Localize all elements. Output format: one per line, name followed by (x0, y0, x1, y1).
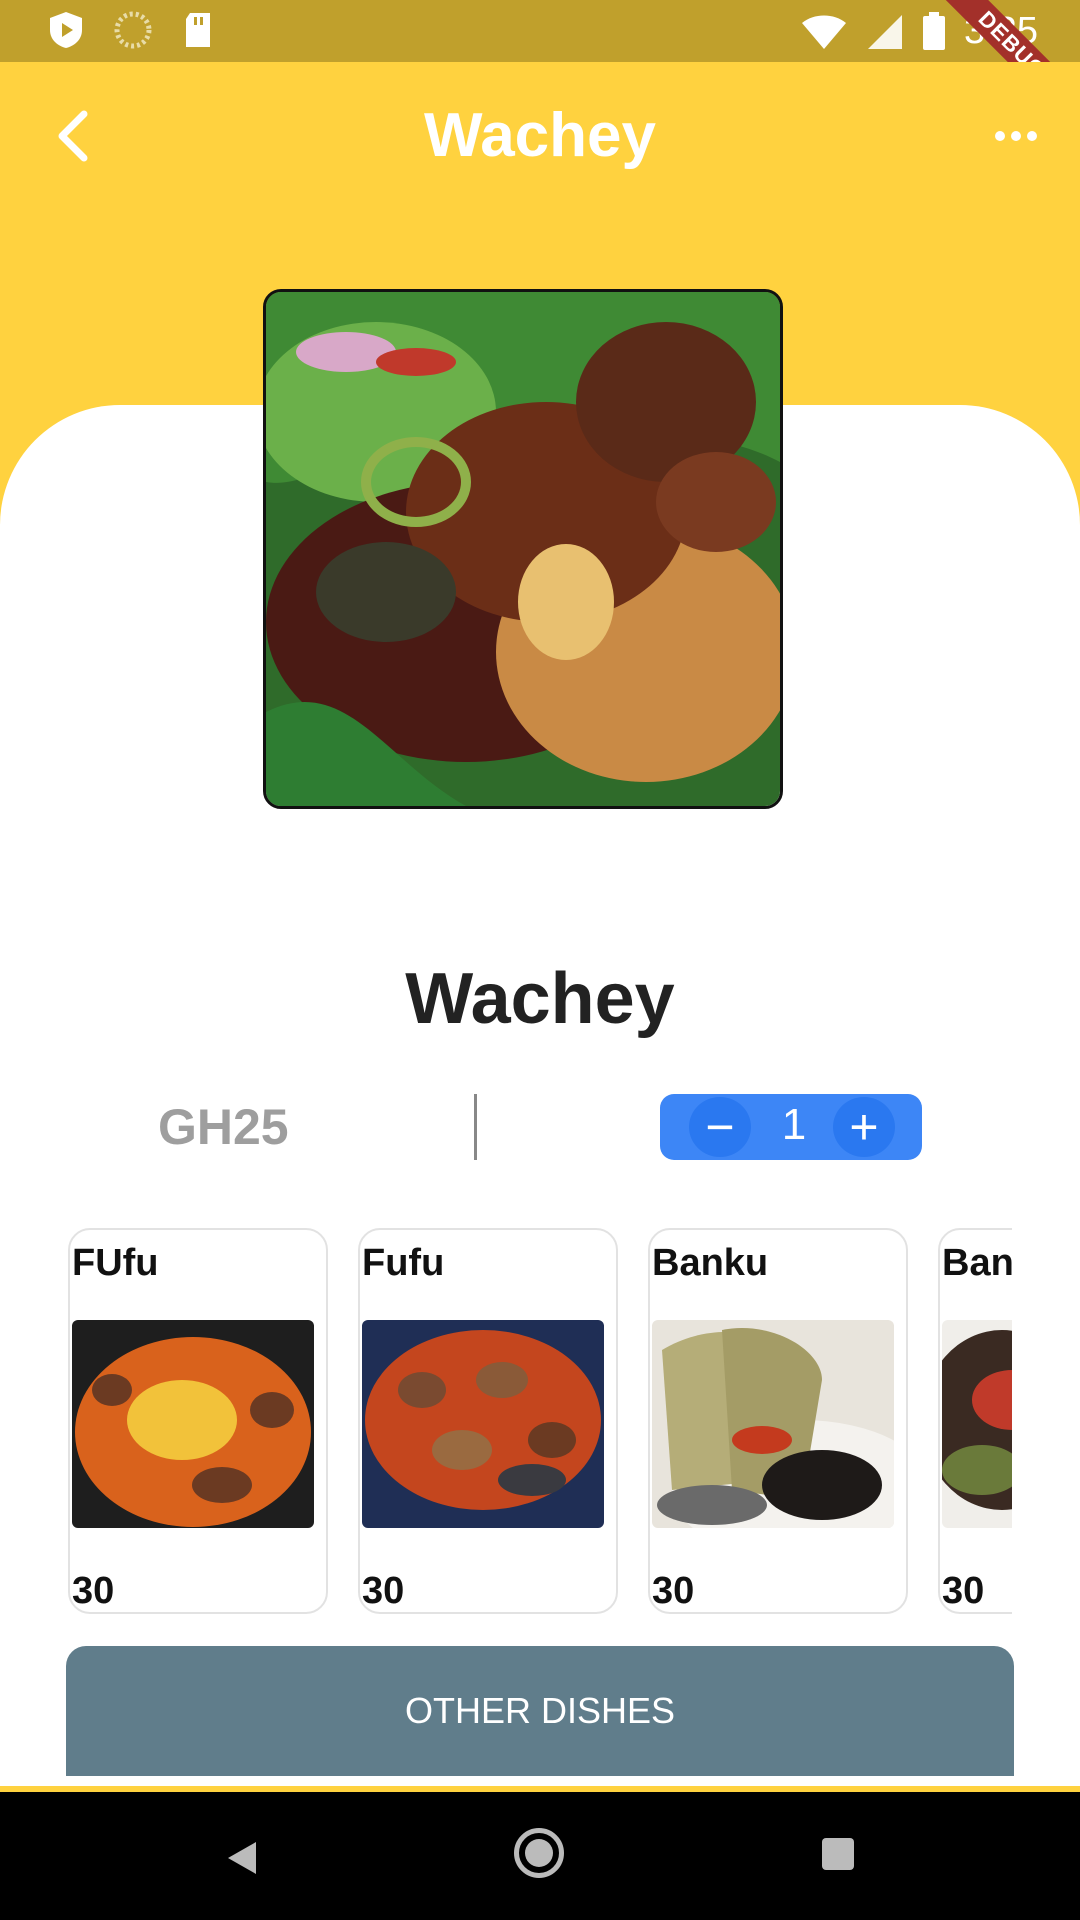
dish-card-image (652, 1320, 894, 1528)
more-dot-icon (995, 131, 1005, 141)
dish-card[interactable]: FUfu 30 (68, 1228, 328, 1614)
dish-card[interactable]: Banl 30 (938, 1228, 1012, 1614)
dish-card-name: FUfu (72, 1242, 159, 1284)
dish-hero-image (263, 289, 783, 809)
dish-card-image (362, 1320, 604, 1528)
related-dishes-carousel[interactable]: FUfu 30 Fufu 30 Banku 30 Ban 30 (68, 1228, 1012, 1618)
nav-back-icon[interactable] (224, 1838, 260, 1878)
more-dot-icon (1011, 131, 1021, 141)
dish-name: Wachey (405, 959, 675, 1039)
dish-card-image (72, 1320, 314, 1528)
status-bar: 3:25 DEBUG (0, 0, 1080, 141)
app-bar: Wachey (0, 62, 1080, 212)
dish-card[interactable]: Fufu 30 (358, 1228, 618, 1614)
more-options-button[interactable] (986, 116, 1046, 156)
increase-quantity-button[interactable]: + (833, 1097, 895, 1157)
sd-card-icon (186, 13, 210, 47)
dish-card-price: 30 (942, 1570, 985, 1612)
decrease-quantity-button[interactable]: − (689, 1097, 751, 1157)
nav-recents-icon[interactable] (822, 1838, 854, 1870)
dish-card-name: Banl (942, 1242, 1012, 1284)
nav-home-icon[interactable] (514, 1828, 564, 1878)
quantity-stepper: − 1 + (660, 1094, 922, 1160)
dish-card-price: 30 (652, 1570, 695, 1612)
more-dot-icon (1027, 131, 1037, 141)
dish-card-name: Fufu (362, 1242, 445, 1284)
signal-icon (868, 15, 903, 49)
dish-card-price: 30 (362, 1570, 405, 1612)
battery-icon (923, 12, 946, 50)
dish-card-name: Banku (652, 1242, 769, 1284)
loading-icon (114, 11, 152, 49)
divider (474, 1094, 477, 1160)
dish-price: GH25 (158, 1099, 289, 1155)
dish-card[interactable]: Banku 30 (648, 1228, 908, 1614)
dish-card-price: 30 (72, 1570, 115, 1612)
dish-card-image (942, 1320, 1012, 1528)
other-dishes-button[interactable]: OTHER DISHES (66, 1646, 1014, 1776)
wifi-icon (802, 15, 847, 49)
play-protect-icon (50, 12, 82, 48)
navigation-bar (0, 1792, 1080, 1920)
app-bar-title: Wachey (423, 101, 656, 170)
quantity-value: 1 (781, 1100, 807, 1149)
